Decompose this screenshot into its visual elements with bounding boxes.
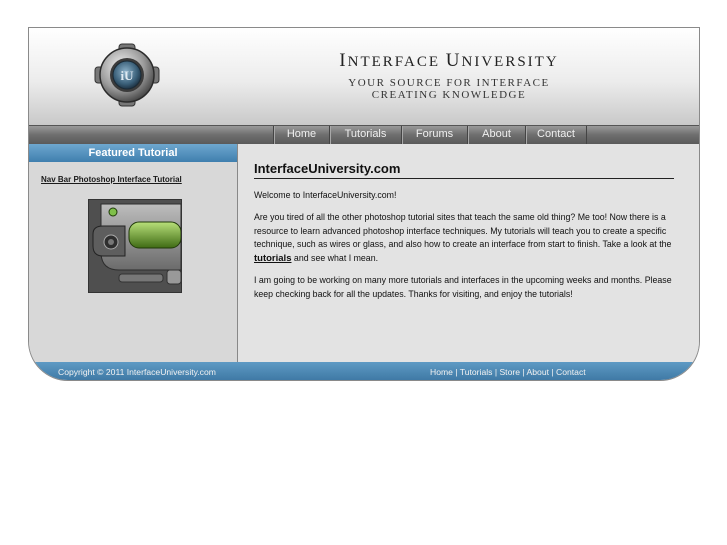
- nav-bar-preview-icon: [89, 200, 181, 292]
- footer: Copyright © 2011 InterfaceUniversity.com…: [29, 362, 699, 380]
- site-header: iU INTERFACE UNIVERSITY YOUR SOURCE FOR …: [29, 28, 699, 125]
- footer-link-about[interactable]: About: [527, 367, 549, 377]
- sidebar: Featured Tutorial Nav Bar Photoshop Inte…: [29, 144, 238, 362]
- nav-bar: Home Tutorials Forums About Contact: [29, 125, 699, 145]
- featured-tutorial-thumbnail[interactable]: [88, 199, 182, 293]
- nav-tutorials[interactable]: Tutorials: [330, 126, 402, 144]
- site-title: INTERFACE UNIVERSITY: [339, 50, 559, 71]
- page-title: InterfaceUniversity.com: [254, 161, 674, 179]
- footer-link-tutorials[interactable]: Tutorials: [460, 367, 493, 377]
- footer-separator: |: [452, 367, 460, 377]
- svg-text:iU: iU: [121, 68, 135, 83]
- footer-separator: |: [549, 367, 557, 377]
- footer-link-contact[interactable]: Contact: [556, 367, 586, 377]
- footer-link-home[interactable]: Home: [430, 367, 453, 377]
- featured-tutorial-link[interactable]: Nav Bar Photoshop Interface Tutorial: [41, 175, 182, 184]
- copyright-text: Copyright © 2011 InterfaceUniversity.com: [58, 367, 216, 377]
- nav-menu: Home Tutorials Forums About Contact: [273, 126, 587, 144]
- tagline-line-2: CREATING KNOWLEDGE: [371, 89, 527, 101]
- tagline-line-1: YOUR SOURCE FOR INTERFACE: [348, 77, 550, 89]
- tutorials-link[interactable]: tutorials: [254, 253, 291, 264]
- page-frame: iU INTERFACE UNIVERSITY YOUR SOURCE FOR …: [28, 27, 700, 381]
- welcome-text: Welcome to InterfaceUniversity.com!: [254, 190, 397, 200]
- footer-links: Home | Tutorials | Store | About | Conta…: [430, 367, 586, 377]
- logo-icon[interactable]: iU: [92, 43, 162, 107]
- main-content: InterfaceUniversity.com Welcome to Inter…: [238, 144, 699, 362]
- nav-forums[interactable]: Forums: [402, 126, 468, 144]
- footer-link-store[interactable]: Store: [499, 367, 520, 377]
- nav-home[interactable]: Home: [274, 126, 330, 144]
- sidebar-heading: Featured Tutorial: [29, 144, 237, 162]
- updates-paragraph: I am going to be working on many more tu…: [254, 275, 672, 299]
- nav-about[interactable]: About: [468, 126, 526, 144]
- intro-paragraph: Are you tired of all the other photoshop…: [254, 212, 672, 264]
- nav-contact[interactable]: Contact: [526, 126, 587, 144]
- site-tagline: YOUR SOURCE FOR INTERFACE CREATING KNOWL…: [284, 77, 614, 101]
